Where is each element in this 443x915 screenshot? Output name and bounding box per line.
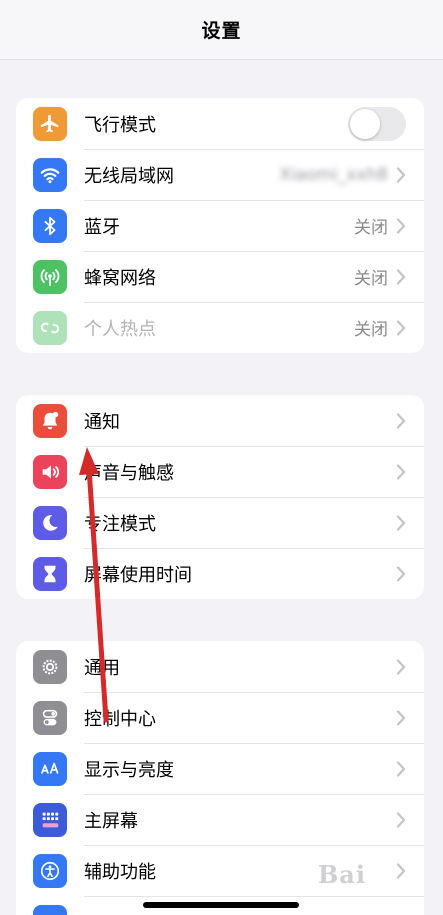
row-label: 飞行模式 [84,114,156,136]
settings-row-control-center[interactable]: 控制中心 [16,692,424,743]
settings-row-personal-hotspot[interactable]: 个人热点 关闭 [16,302,424,353]
row-label: 蜂窝网络 [84,267,156,289]
settings-row-screen-time[interactable]: 屏幕使用时间 [16,548,424,599]
row-label: 控制中心 [84,708,156,730]
chevron-right-icon [396,862,406,879]
row-label: 通知 [84,411,120,433]
chevron-right-icon [396,412,406,429]
settings-row-notifications[interactable]: 通知 [16,395,424,446]
switches-icon [33,700,67,735]
airplane-mode-toggle[interactable] [348,106,406,141]
settings-row-sounds-haptics[interactable]: 声音与触感 [16,446,424,497]
toggle-knob [350,108,380,139]
speaker-icon [33,454,67,489]
partial-row-icon [33,904,67,915]
settings-row-display-brightness[interactable]: 显示与亮度 [16,743,424,794]
page-title: 设置 [201,20,242,42]
row-label: 个人热点 [84,318,156,340]
chevron-right-icon [396,268,406,285]
row-label: 无线局域网 [84,165,174,187]
row-label: 主屏幕 [84,810,138,832]
hotspot-status: 关闭 [354,320,388,340]
bluetooth-status: 关闭 [354,218,388,238]
wifi-icon [33,157,67,192]
notifications-group: 通知 声音与触感 专注模式 屏幕使用时间 [16,395,424,599]
chevron-right-icon [396,166,406,183]
chevron-right-icon [396,565,406,582]
cellular-status: 关闭 [354,269,388,289]
settings-row-cellular[interactable]: 蜂窝网络 关闭 [16,251,424,302]
chevron-right-icon [396,463,406,480]
accessibility-icon [33,853,67,888]
chevron-right-icon [396,514,406,531]
settings-row-home-screen[interactable]: 主屏幕 [16,794,424,845]
connectivity-group: 飞行模式 无线局域网 Xiaomi_xxh8 蓝牙 关闭 蜂窝网络 关闭 个人热… [16,98,424,353]
chevron-right-icon [396,760,406,777]
home-grid-icon [33,802,67,837]
hourglass-icon [33,556,67,591]
row-label: 显示与亮度 [84,759,174,781]
hotspot-link-icon [33,310,67,345]
chevron-right-icon [396,217,406,234]
settings-row-wifi[interactable]: 无线局域网 Xiaomi_xxh8 [16,149,424,200]
watermark: Bai [318,860,366,889]
text-size-icon [33,751,67,786]
row-label: 屏幕使用时间 [84,564,192,586]
antenna-icon [33,259,67,294]
moon-icon [33,505,67,540]
row-label: 专注模式 [84,513,156,535]
bluetooth-icon [33,208,67,243]
bell-icon [33,403,67,438]
settings-row-bluetooth[interactable]: 蓝牙 关闭 [16,200,424,251]
navigation-bar: 设置 [0,0,443,60]
chevron-right-icon [396,319,406,336]
row-label: 声音与触感 [84,462,174,484]
settings-row-general[interactable]: 通用 [16,641,424,692]
settings-row-airplane-mode[interactable]: 飞行模式 [16,98,424,149]
home-indicator [143,902,299,908]
chevron-right-icon [396,658,406,675]
row-label: 通用 [84,657,120,679]
wifi-network-name: Xiaomi_xxh8 [279,164,388,185]
settings-row-focus[interactable]: 专注模式 [16,497,424,548]
row-label: 蓝牙 [84,216,120,238]
gear-icon [33,649,67,684]
airplane-icon [33,106,67,141]
chevron-right-icon [396,811,406,828]
chevron-right-icon [396,709,406,726]
